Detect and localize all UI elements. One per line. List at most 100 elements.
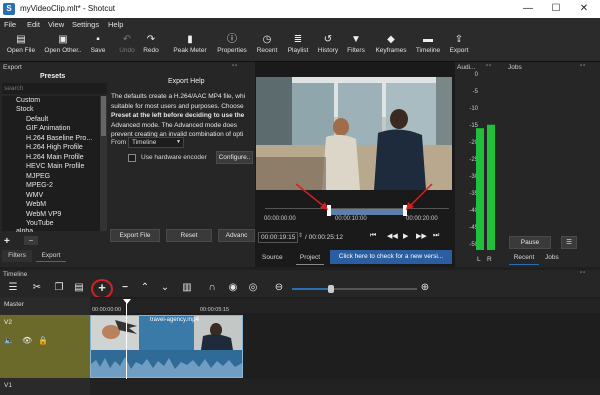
export-button[interactable]: ⇪ Export — [446, 33, 472, 60]
skip-next-icon[interactable]: ⏭ — [433, 232, 439, 240]
presets-scrollbar[interactable] — [100, 96, 107, 231]
properties-button[interactable]: ⓘ Properties — [214, 33, 250, 60]
fast-forward-icon[interactable]: ▶▶ — [416, 232, 427, 240]
scroll-thumb[interactable] — [101, 96, 106, 136]
preset-mjpeg[interactable]: MJPEG — [26, 173, 126, 183]
play-icon[interactable]: ▶ — [403, 232, 408, 240]
ripple-icon[interactable]: ◎ — [246, 281, 260, 295]
audio-dock-icon[interactable]: ▫▫ — [486, 63, 492, 69]
keyframes-icon: ◆ — [387, 34, 395, 45]
playhead-handle[interactable] — [123, 299, 131, 304]
timeline-menu-icon[interactable]: ☰ — [6, 281, 20, 295]
tab-filters[interactable]: Filters — [2, 250, 32, 262]
audio-level-bars — [476, 124, 495, 250]
save-icon: ▪ — [96, 34, 100, 45]
position-timecode[interactable]: 00:00:19:15 — [258, 232, 298, 243]
menu-settings[interactable]: Settings — [72, 20, 99, 29]
snap-icon[interactable]: ∩ — [205, 281, 219, 295]
ripple-delete-icon[interactable]: − — [118, 281, 132, 295]
recent-icon: ◷ — [262, 34, 272, 45]
timeline-button[interactable]: ▬ Timeline — [414, 33, 442, 60]
zoom-in-icon[interactable]: ⊕ — [418, 281, 432, 295]
zoom-out-icon[interactable]: ⊖ — [272, 281, 286, 295]
configure-button[interactable]: Configure.. — [216, 151, 253, 164]
from-select[interactable]: Timeline ▼ — [128, 137, 184, 148]
zoom-slider-handle[interactable] — [328, 285, 334, 293]
open-other-button[interactable]: ▣ Open Other.. — [40, 33, 86, 60]
jobs-dock-icon[interactable]: ▫▫ — [580, 63, 586, 69]
preset-webm-vp9[interactable]: WebM VP9 — [26, 211, 126, 221]
preset-search-input[interactable] — [2, 83, 107, 94]
preset-wmv[interactable]: WMV — [26, 192, 126, 202]
hide-icon[interactable]: 👁 — [22, 336, 32, 345]
preset-mpeg2[interactable]: MPEG-2 — [26, 182, 126, 192]
hw-encoder-checkbox[interactable] — [128, 154, 136, 162]
jobs-menu-icon[interactable]: ☰ — [561, 236, 577, 249]
paste-icon[interactable]: ▤ — [72, 281, 86, 295]
meter-right-label: R — [487, 256, 492, 263]
export-file-button[interactable]: Export File — [110, 229, 160, 242]
reset-button[interactable]: Reset — [166, 229, 212, 242]
timeline-icon: ▬ — [423, 34, 433, 45]
mute-icon[interactable]: 🔈 — [4, 336, 14, 345]
menu-view[interactable]: View — [48, 20, 64, 29]
menu-edit[interactable]: Edit — [27, 20, 40, 29]
split-icon[interactable]: ▥ — [180, 281, 194, 295]
v2-track-header[interactable] — [0, 315, 90, 378]
skip-previous-icon[interactable]: ⏮ — [370, 232, 376, 240]
lift-icon[interactable]: ⌃ — [138, 281, 152, 295]
tab-recent[interactable]: Recent — [509, 252, 539, 265]
playlist-button[interactable]: ≣ Playlist — [284, 33, 312, 60]
main-toolbar: ▤ Open File ▣ Open Other.. ▪ Save ↶ Undo ↷ Re… — [0, 31, 600, 62]
export-help-title: Export Help — [168, 78, 205, 85]
ruler-label-start: 00:00:00:00 — [264, 216, 296, 222]
overwrite-icon[interactable]: ⌄ — [158, 281, 172, 295]
v1-track[interactable] — [90, 379, 600, 395]
history-icon: ↺ — [323, 34, 333, 45]
redo-button[interactable]: ↷ Redo — [140, 33, 162, 60]
open-file-icon: ▤ — [16, 34, 26, 45]
copy-icon[interactable]: ❐ — [52, 281, 66, 295]
preset-h264-main[interactable]: H.264 Main Profile — [26, 154, 126, 164]
timeline-ruler-mark: 00:00:05:15 — [200, 307, 230, 313]
meter-left-bar — [476, 128, 484, 250]
keyframes-button[interactable]: ◆ Keyframes — [372, 33, 410, 60]
peak-meter-button[interactable]: ▮ Peak Meter — [170, 33, 210, 60]
dock-float-icon[interactable]: ▫▫ — [232, 63, 238, 69]
video-preview[interactable] — [256, 77, 452, 190]
open-file-button[interactable]: ▤ Open File — [4, 33, 38, 60]
minimize-icon[interactable]: — — [514, 0, 542, 18]
menu-help[interactable]: Help — [108, 20, 123, 29]
pause-jobs-button[interactable]: Pause — [509, 236, 551, 249]
save-button[interactable]: ▪ Save — [88, 33, 108, 60]
advanced-button[interactable]: Advanc — [218, 229, 255, 242]
tab-jobs[interactable]: Jobs — [545, 254, 559, 261]
v2-track-label: V2 — [4, 319, 12, 326]
maximize-icon[interactable]: ☐ — [542, 0, 570, 18]
scrub-icon[interactable]: ◉ — [226, 281, 240, 295]
tab-source[interactable]: Source — [262, 254, 283, 261]
rewind-icon[interactable]: ◀◀ — [387, 232, 398, 240]
tab-project[interactable]: Project — [296, 252, 324, 265]
menu-file[interactable]: File — [4, 20, 16, 29]
add-preset-icon[interactable]: + — [4, 236, 10, 247]
open-other-icon: ▣ — [58, 34, 68, 45]
preset-hevc-main[interactable]: HEVC Main Profile — [26, 163, 126, 173]
cut-icon[interactable]: ✂ — [30, 281, 44, 295]
tab-export[interactable]: Export — [36, 250, 66, 262]
timeline-dock-icon[interactable]: ▫▫ — [580, 270, 586, 276]
title-bar: S myVideoClip.mlt* - Shotcut — ☐ ✕ — [0, 0, 600, 18]
position-spinner-icon[interactable]: ⇕ — [298, 232, 303, 239]
history-button[interactable]: ↺ History — [314, 33, 342, 60]
remove-preset-icon[interactable]: − — [24, 236, 38, 245]
undo-button[interactable]: ↶ Undo — [116, 33, 138, 60]
timeline-ruler[interactable] — [90, 299, 600, 313]
preset-webm[interactable]: WebM — [26, 201, 126, 211]
filters-button[interactable]: ▼ Filters — [344, 33, 368, 60]
append-icon[interactable]: + — [95, 281, 109, 295]
export-icon: ⇪ — [454, 34, 464, 45]
close-icon[interactable]: ✕ — [570, 0, 598, 18]
recent-button[interactable]: ◷ Recent — [254, 33, 280, 60]
update-notice-button[interactable]: Click here to check for a new versi... — [330, 250, 452, 264]
lock-icon[interactable]: 🔒 — [38, 336, 48, 345]
